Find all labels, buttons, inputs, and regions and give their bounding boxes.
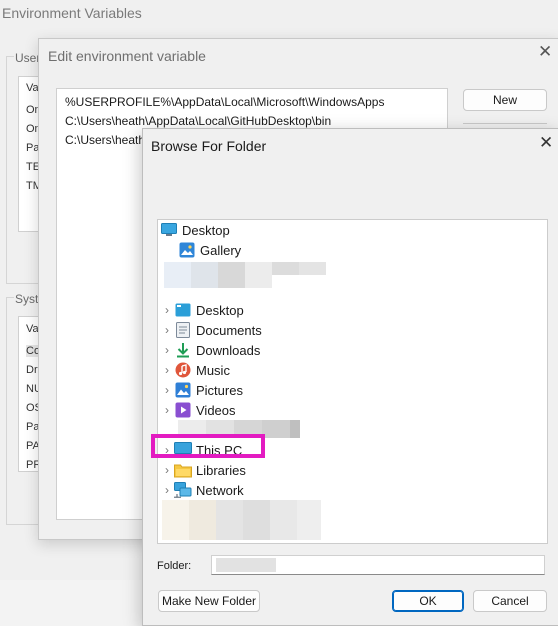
chevron-right-icon[interactable]: › [160,360,174,380]
tree-item-label: Gallery [200,242,242,258]
redacted-block [270,500,297,540]
new-button[interactable]: New [463,89,547,111]
close-icon[interactable]: ✕ [539,133,553,153]
chevron-right-icon[interactable]: › [160,320,174,340]
tree-item-label: Desktop [196,302,244,318]
libraries-icon [174,462,192,478]
list-header: Va [26,82,39,94]
cancel-button[interactable]: Cancel [473,590,547,612]
downloads-icon [174,342,192,358]
chevron-right-icon[interactable]: › [160,460,174,480]
tree-item-pictures[interactable]: › Pictures [160,380,243,400]
redacted-block [164,262,191,288]
desktop-folder-icon [174,302,192,318]
tree-item-label: Music [196,362,230,378]
tree-item-downloads[interactable]: › Downloads [160,340,260,360]
tree-item-label: Pictures [196,382,243,398]
redacted-block [178,420,206,438]
chevron-right-icon[interactable]: › [160,480,174,500]
redacted-block [191,262,218,288]
window-title: Edit environment variable [48,48,206,64]
network-icon [174,482,192,498]
redacted-block [245,262,272,288]
list-header: Va [26,323,39,335]
tree-item-documents[interactable]: › Documents [160,320,262,340]
chevron-right-icon[interactable]: › [160,380,174,400]
tree-item-label: Videos [196,402,236,418]
tree-item-desktop[interactable]: › Desktop [160,300,244,320]
tree-item-gallery[interactable]: Gallery [178,240,241,260]
redacted-block [206,420,234,438]
make-new-folder-button[interactable]: Make New Folder [158,590,260,612]
redacted-block [216,558,276,572]
redacted-block [290,420,300,438]
path-entry[interactable]: C:\Users\heath [65,133,145,147]
tree-item-label: Desktop [182,222,230,238]
ok-button[interactable]: OK [392,590,464,612]
tree-item-label: Network [196,482,244,498]
folder-label: Folder: [157,560,192,572]
desktop-icon [160,222,178,238]
redacted-block [262,420,290,438]
redacted-block [189,500,216,540]
tree-item-network[interactable]: › Network [160,480,244,500]
browse-for-folder-dialog: Browse For Folder ✕ Desktop Gallery › De… [142,128,558,626]
chevron-right-icon[interactable]: › [160,340,174,360]
dialog-title: Browse For Folder [151,138,267,154]
close-icon[interactable]: ✕ [538,42,552,62]
pictures-icon [174,382,192,398]
tree-item-libraries[interactable]: › Libraries [160,460,246,480]
redacted-block [218,262,245,288]
redacted-block [216,500,243,540]
chevron-right-icon[interactable]: › [160,440,174,460]
tree-item-label: Downloads [196,342,261,358]
redacted-block [272,262,299,275]
videos-icon [174,402,192,418]
this-pc-icon [174,442,192,458]
music-icon [174,362,192,378]
path-entry[interactable]: C:\Users\heath\AppData\Local\GitHubDeskt… [65,114,331,128]
tree-item-desktop-root[interactable]: Desktop [160,220,230,240]
redacted-block [243,500,270,540]
tree-item-videos[interactable]: › Videos [160,400,236,420]
documents-icon [174,322,192,338]
list-item[interactable]: Dr [26,364,38,376]
chevron-right-icon[interactable]: › [160,400,174,420]
chevron-right-icon[interactable]: › [160,300,174,320]
gallery-icon [178,242,196,258]
tree-item-this-pc[interactable]: › This PC [160,440,242,460]
redacted-block [299,262,326,275]
tree-item-label: This PC [196,442,243,458]
redacted-block [297,500,321,540]
folder-tree[interactable]: Desktop Gallery › Desktop › Documents › … [157,219,548,544]
tree-item-label: Libraries [196,462,246,478]
tree-item-label: Documents [196,322,262,338]
redacted-block [234,420,262,438]
tree-item-music[interactable]: › Music [160,360,230,380]
redacted-block [162,500,189,540]
path-entry[interactable]: %USERPROFILE%\AppData\Local\Microsoft\Wi… [65,95,384,109]
window-title: Environment Variables [2,5,142,21]
